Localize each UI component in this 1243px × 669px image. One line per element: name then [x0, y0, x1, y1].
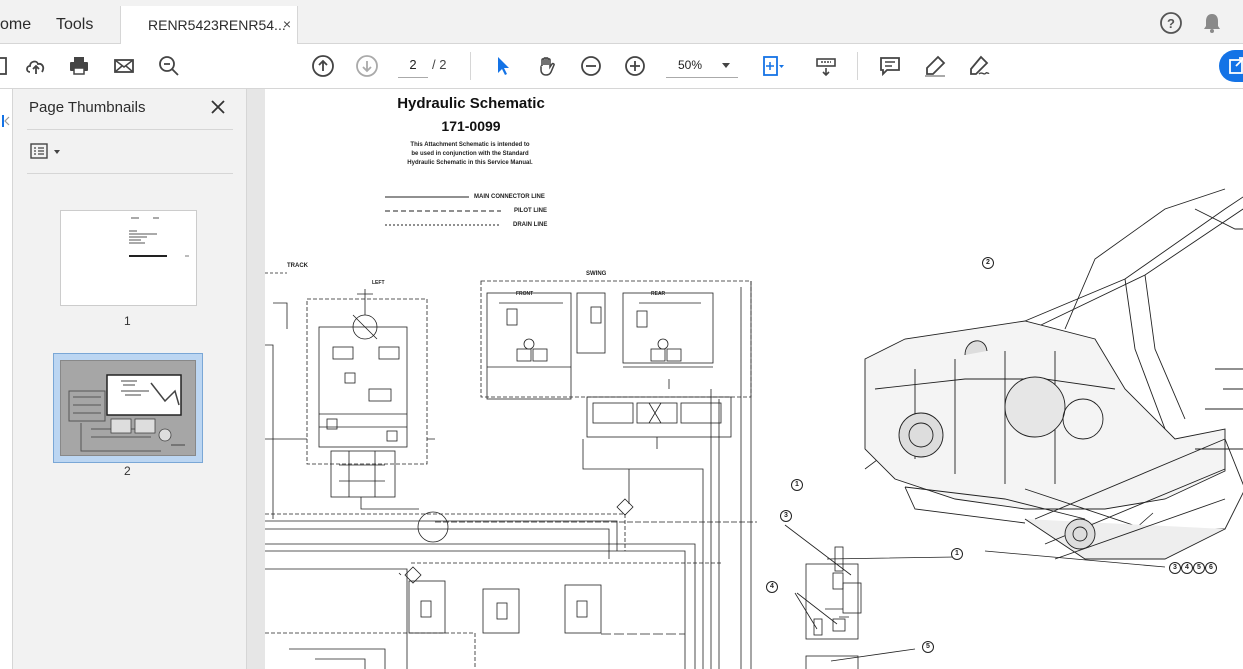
callout-marker: 5	[1193, 562, 1205, 574]
panel-divider	[27, 129, 233, 130]
save-icon[interactable]	[0, 52, 12, 80]
callout-marker: 3	[780, 510, 792, 522]
tab-document[interactable]: RENR5423RENR54... ×	[120, 6, 298, 44]
tab-tools[interactable]: Tools	[56, 6, 106, 44]
thumbnail-options-button[interactable]	[30, 142, 70, 162]
thumbnail-page-2-preview	[60, 360, 196, 456]
callout-marker: 2	[982, 257, 994, 269]
toolbar-divider	[470, 52, 471, 80]
zoom-level-select[interactable]: 50%	[666, 54, 738, 78]
tab-document-label: RENR5423RENR54...	[148, 17, 286, 33]
sign-icon[interactable]	[965, 52, 993, 80]
panel-divider	[27, 173, 233, 174]
left-rail	[0, 89, 13, 669]
page-up-icon[interactable]	[309, 52, 337, 80]
help-icon[interactable]: ?	[1159, 11, 1183, 35]
thumbnail-label: 1	[124, 314, 131, 328]
highlight-pen-icon[interactable]	[921, 52, 949, 80]
pdf-viewer-app: ome Tools RENR5423RENR54... × ? 2 / 2 50…	[0, 0, 1243, 669]
fit-page-icon[interactable]	[758, 52, 786, 80]
hand-icon[interactable]	[533, 52, 561, 80]
comment-icon[interactable]	[876, 52, 904, 80]
bell-icon[interactable]	[1200, 11, 1224, 35]
share-button[interactable]	[1219, 50, 1243, 82]
thumbnail-label: 2	[124, 464, 131, 478]
thumbnails-panel: Page Thumbnails 1 2	[13, 89, 247, 669]
panel-title: Page Thumbnails	[29, 99, 146, 116]
callout-marker: 5	[922, 641, 934, 653]
tab-bar: ome Tools RENR5423RENR54... × ?	[0, 0, 1243, 44]
document-page: Hydraulic Schematic 171-0099 This Attach…	[265, 89, 1243, 669]
toolbar-divider	[857, 52, 858, 80]
document-viewport[interactable]: Hydraulic Schematic 171-0099 This Attach…	[247, 89, 1243, 669]
chevron-down-icon	[722, 63, 730, 68]
thumbnail-page-1-preview	[129, 217, 189, 257]
callout-marker: 4	[766, 581, 778, 593]
callout-marker: 1	[791, 479, 803, 491]
rail-marker-icon	[2, 115, 10, 127]
upload-cloud-icon[interactable]	[22, 52, 50, 80]
page-number-input[interactable]: 2	[398, 54, 428, 78]
share-icon	[1229, 57, 1243, 74]
zoom-in-icon[interactable]	[621, 52, 649, 80]
callout-marker: 6	[1205, 562, 1217, 574]
callout-marker: 1	[951, 548, 963, 560]
close-icon[interactable]	[208, 97, 228, 117]
svg-text:?: ?	[1167, 16, 1175, 31]
select-arrow-icon[interactable]	[489, 52, 517, 80]
callout-marker: 3	[1169, 562, 1181, 574]
hydraulic-schematic-drawing	[265, 188, 1243, 669]
print-icon[interactable]	[65, 52, 93, 80]
toolbar: 2 / 2 50%	[0, 44, 1243, 89]
page-total: / 2	[432, 57, 447, 72]
thumbnail-page-2[interactable]	[53, 353, 203, 463]
scroll-mode-icon[interactable]	[812, 52, 840, 80]
thumbnail-page-1[interactable]	[60, 210, 197, 306]
zoom-level-value: 50%	[678, 58, 703, 72]
callout-marker: 4	[1181, 562, 1193, 574]
search-zoom-icon[interactable]	[155, 52, 183, 80]
zoom-out-icon[interactable]	[577, 52, 605, 80]
mail-icon[interactable]	[110, 52, 138, 80]
tab-close-icon[interactable]: ×	[283, 16, 291, 32]
page-down-icon[interactable]	[353, 52, 381, 80]
tab-home[interactable]: ome	[0, 6, 40, 44]
